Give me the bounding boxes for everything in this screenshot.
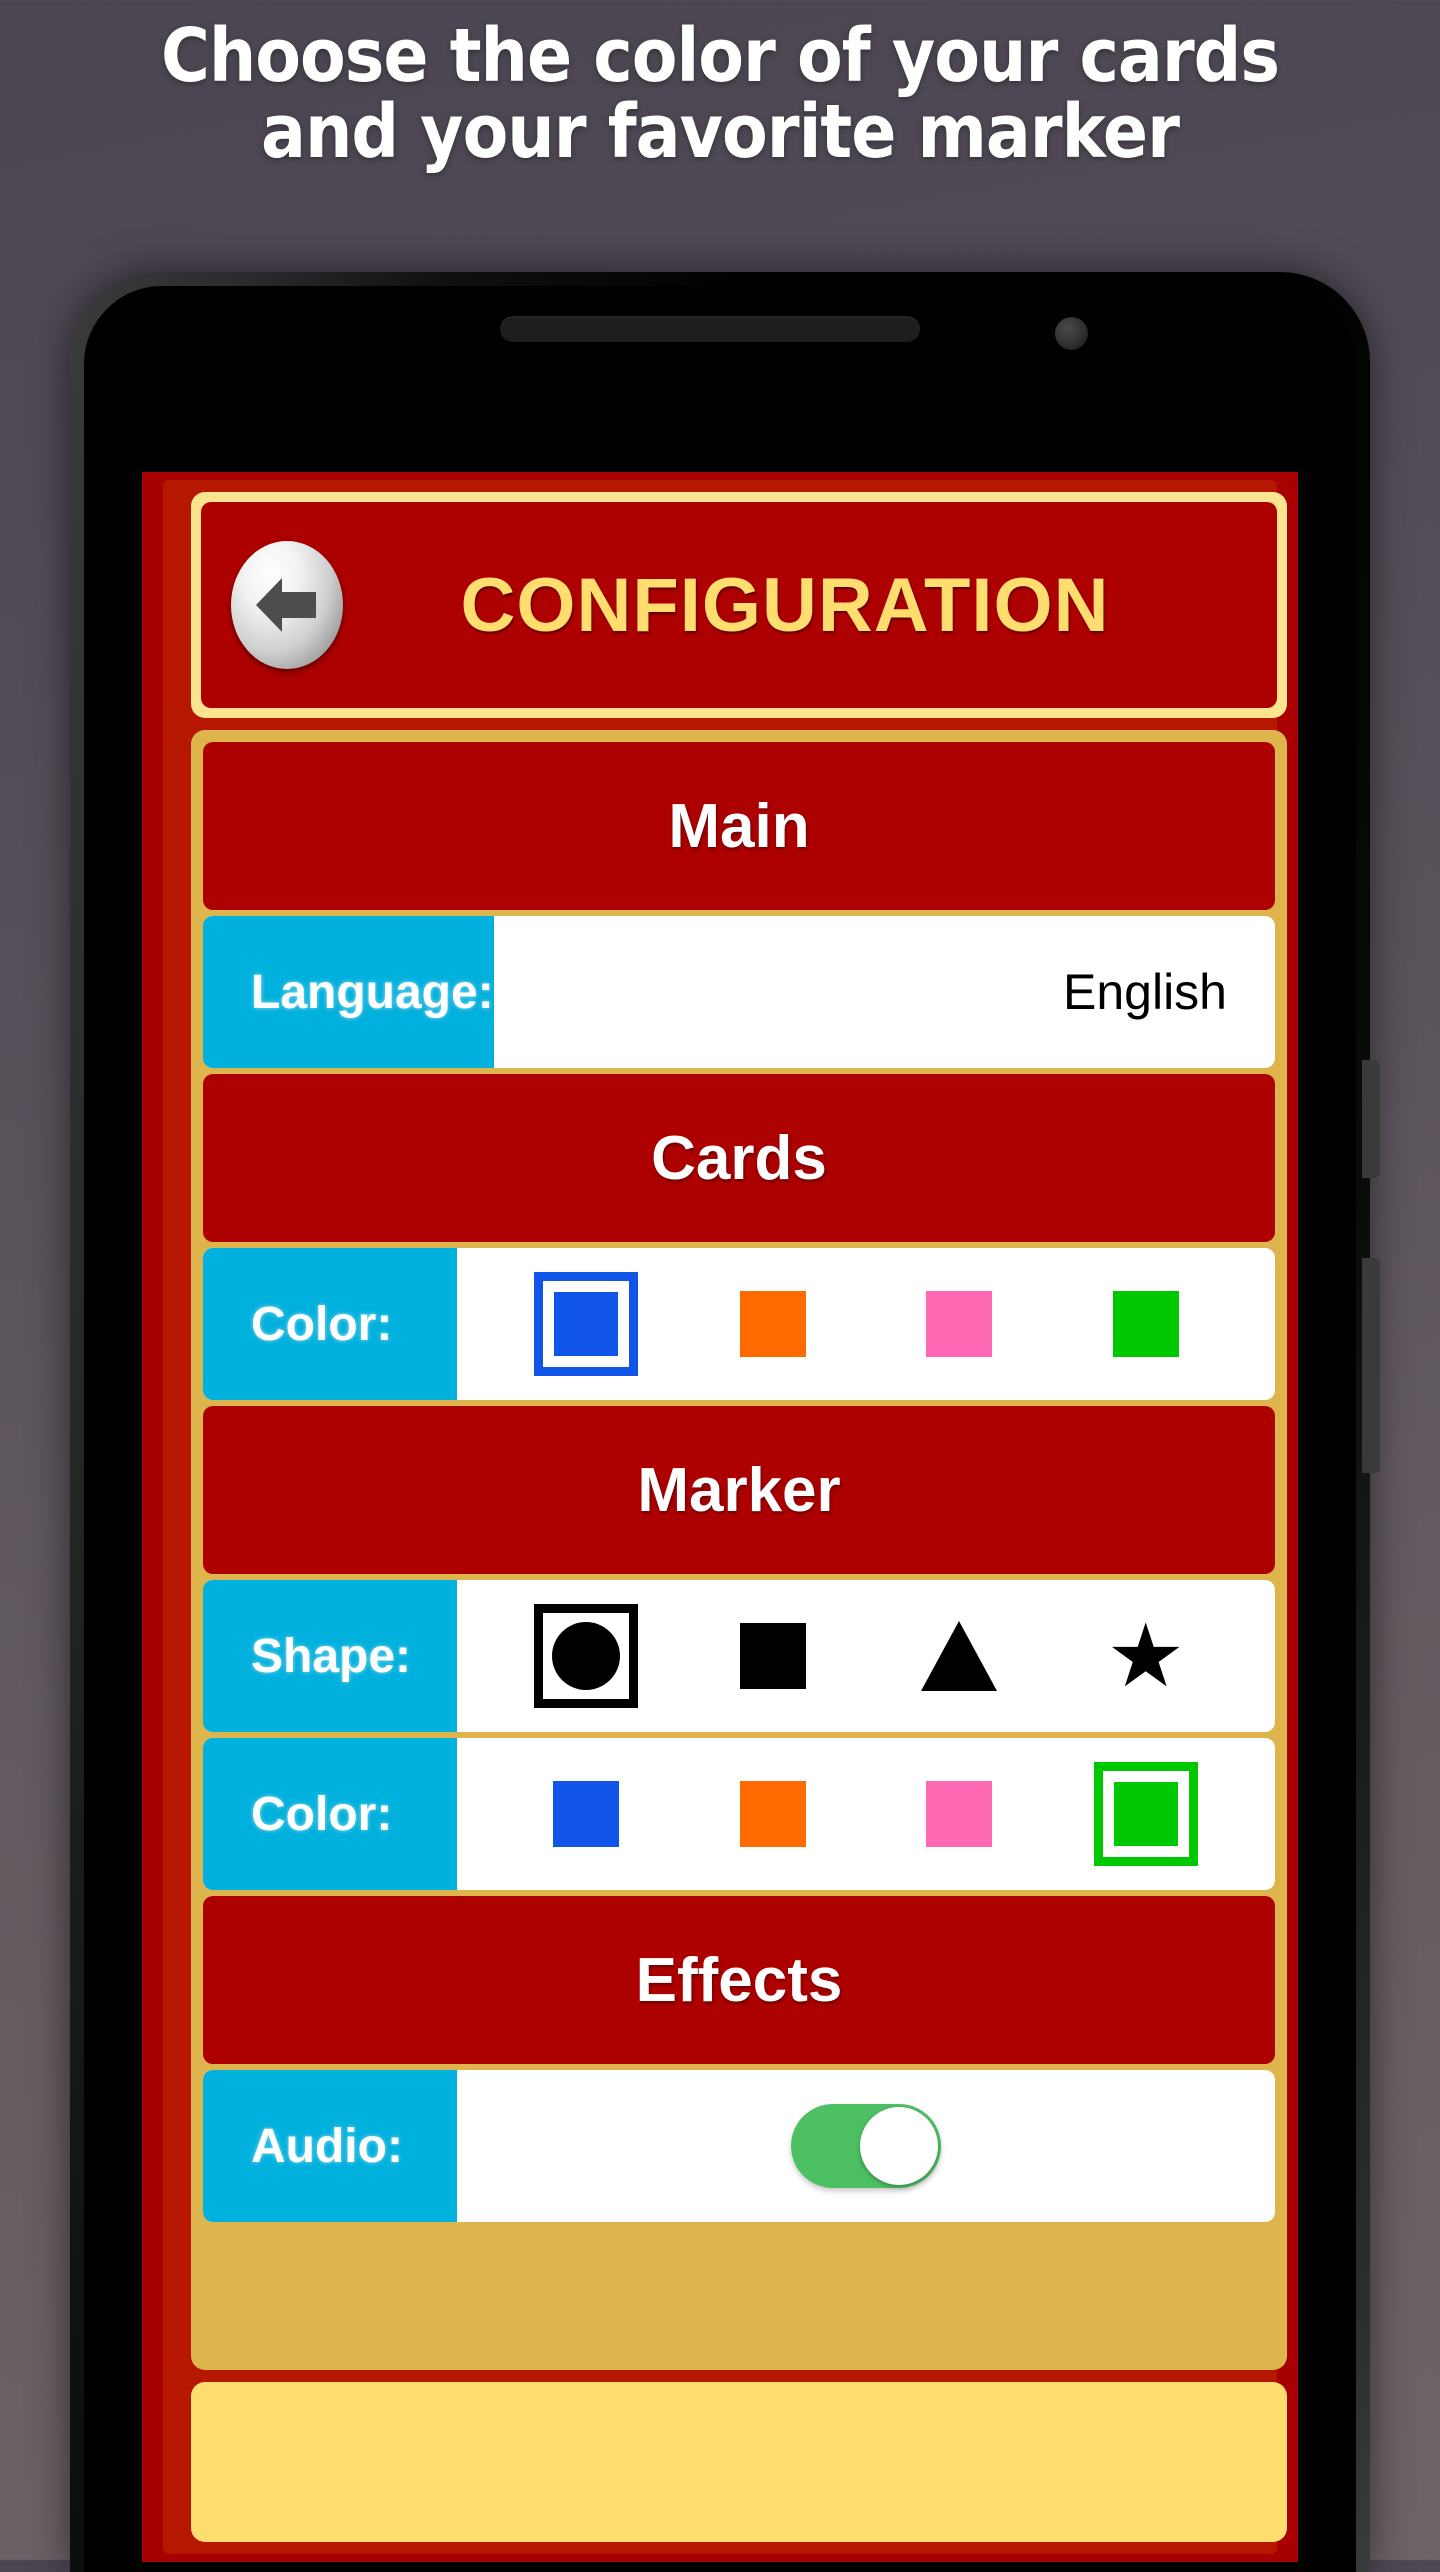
marker-shape-options: ★ bbox=[457, 1580, 1275, 1732]
swatch-fill bbox=[1112, 1291, 1179, 1357]
swatch-fill bbox=[926, 1781, 993, 1847]
cards-color-swatch-blue[interactable] bbox=[531, 1269, 641, 1379]
speaker-grille-icon bbox=[500, 316, 920, 342]
marker-shape-square[interactable] bbox=[718, 1601, 828, 1711]
selection-ring bbox=[1093, 1762, 1198, 1866]
section-heading-marker: Marker bbox=[203, 1406, 1275, 1574]
page-title: CONFIGURATION bbox=[460, 562, 1110, 648]
circle-icon bbox=[552, 1622, 621, 1690]
language-value: English bbox=[1063, 964, 1227, 1020]
triangle-icon bbox=[921, 1621, 998, 1691]
headline-line-1: Choose the color of your cards bbox=[161, 13, 1280, 99]
swatch-fill bbox=[553, 1781, 620, 1847]
swatch-fill bbox=[739, 1291, 806, 1357]
cards-color-swatch-green[interactable] bbox=[1091, 1269, 1201, 1379]
back-button[interactable] bbox=[231, 541, 343, 669]
row-label-marker-shape: Shape: bbox=[203, 1580, 457, 1732]
app-screen: CONFIGURATION Main Language: English Car… bbox=[142, 472, 1298, 2562]
row-value-language[interactable]: English bbox=[494, 916, 1275, 1068]
headline-line-2: and your favorite marker bbox=[261, 89, 1180, 176]
audio-toggle[interactable] bbox=[791, 2104, 941, 2188]
cards-color-swatch-pink[interactable] bbox=[904, 1269, 1014, 1379]
marker-color-swatch-blue[interactable] bbox=[531, 1759, 641, 1869]
selection-ring bbox=[534, 1272, 639, 1376]
bottom-panel bbox=[191, 2382, 1287, 2542]
marker-color-options bbox=[457, 1738, 1275, 1890]
section-heading-main: Main bbox=[203, 742, 1275, 910]
square-icon bbox=[739, 1623, 806, 1689]
row-label-audio: Audio: bbox=[203, 2070, 457, 2222]
volume-button[interactable] bbox=[1362, 1258, 1380, 1473]
swatch-fill bbox=[926, 1291, 993, 1357]
cards-color-swatch-orange[interactable] bbox=[718, 1269, 828, 1379]
toggle-knob bbox=[860, 2107, 938, 2185]
row-audio[interactable]: Audio: bbox=[203, 2070, 1275, 2222]
marker-color-swatch-green[interactable] bbox=[1091, 1759, 1201, 1869]
selection-ring bbox=[534, 1604, 639, 1708]
app-frame: CONFIGURATION Main Language: English Car… bbox=[163, 480, 1287, 2554]
cards-color-options bbox=[457, 1248, 1275, 1400]
power-button[interactable] bbox=[1362, 1060, 1380, 1178]
marker-shape-triangle[interactable] bbox=[904, 1601, 1014, 1711]
star-icon: ★ bbox=[1106, 1605, 1186, 1705]
marker-shape-star[interactable]: ★ bbox=[1091, 1601, 1201, 1711]
marker-color-swatch-orange[interactable] bbox=[718, 1759, 828, 1869]
swatch-fill bbox=[1113, 1782, 1178, 1846]
front-camera-icon bbox=[1055, 317, 1088, 350]
header-panel: CONFIGURATION bbox=[191, 492, 1287, 718]
section-heading-cards: Cards bbox=[203, 1074, 1275, 1242]
row-marker-shape[interactable]: Shape: ★ bbox=[203, 1580, 1275, 1732]
swatch-fill bbox=[739, 1781, 806, 1847]
back-arrow-icon bbox=[256, 578, 316, 632]
row-marker-color[interactable]: Color: bbox=[203, 1738, 1275, 1890]
swatch-fill bbox=[554, 1292, 619, 1356]
marker-shape-circle[interactable] bbox=[531, 1601, 641, 1711]
headline: Choose the color of your cards and your … bbox=[0, 0, 1440, 176]
settings-list-panel: Main Language: English Cards Color: Mark… bbox=[191, 730, 1287, 2370]
row-value-audio bbox=[457, 2070, 1275, 2222]
row-label-cards-color: Color: bbox=[203, 1248, 457, 1400]
section-heading-effects: Effects bbox=[203, 1896, 1275, 2064]
row-cards-color[interactable]: Color: bbox=[203, 1248, 1275, 1400]
row-label-marker-color: Color: bbox=[203, 1738, 457, 1890]
row-language[interactable]: Language: English bbox=[203, 916, 1275, 1068]
header-bar: CONFIGURATION bbox=[201, 502, 1277, 708]
row-label-language: Language: bbox=[203, 916, 494, 1068]
marker-color-swatch-pink[interactable] bbox=[904, 1759, 1014, 1869]
